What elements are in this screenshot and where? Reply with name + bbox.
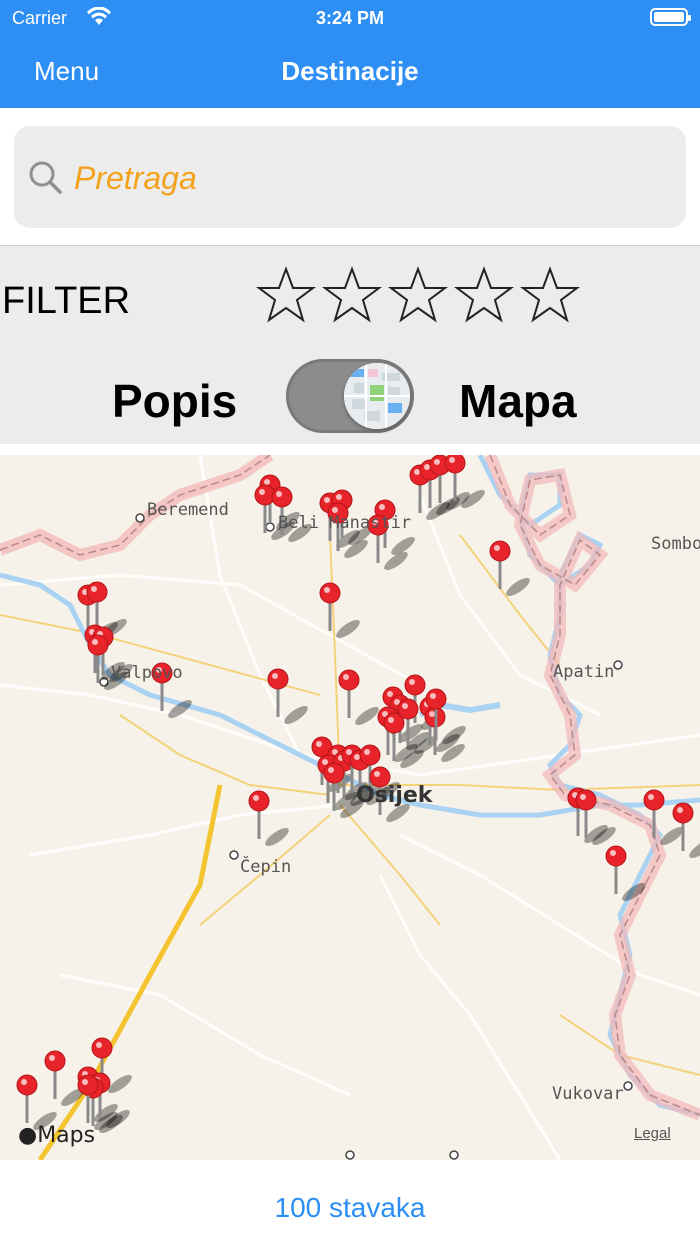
city-label: Osijek xyxy=(356,783,433,808)
star-rating-filter xyxy=(256,266,580,326)
filter-section: FILTER Popis Mapa xyxy=(0,246,700,444)
maps-logo: ●Maps xyxy=(18,1123,96,1148)
map-thumbnail-icon xyxy=(344,363,410,429)
city-label: Čepin xyxy=(240,857,292,877)
search-section xyxy=(0,108,700,246)
apple-logo-icon: ● xyxy=(18,1123,38,1148)
item-count: 100 stavaka xyxy=(274,1192,426,1223)
star-2-icon[interactable] xyxy=(322,266,382,326)
city-label: Apatin xyxy=(553,662,615,682)
battery-icon xyxy=(650,8,691,26)
city-label: Beremend xyxy=(147,500,229,520)
map-pin-icon[interactable] xyxy=(338,669,381,728)
star-3-icon[interactable] xyxy=(388,266,448,326)
city-label: Beli Manastir xyxy=(278,513,412,533)
map-pin-icon[interactable] xyxy=(267,668,310,727)
city-label: Sombor xyxy=(651,534,700,554)
star-5-icon[interactable] xyxy=(520,266,580,326)
star-1-icon[interactable] xyxy=(256,266,316,326)
app-screen: Carrier 3:24 PM Menu Destinacije FILTER xyxy=(0,0,700,1244)
filter-label: FILTER xyxy=(2,280,131,322)
search-bar[interactable] xyxy=(14,126,686,228)
search-input[interactable] xyxy=(74,158,664,198)
footer: 100 stavaka xyxy=(0,1160,700,1244)
page-title: Destinacije xyxy=(281,56,419,86)
menu-button[interactable]: Menu xyxy=(34,56,99,87)
top-bar: Carrier 3:24 PM Menu Destinacije xyxy=(0,0,700,108)
map-view-label[interactable]: Mapa xyxy=(459,374,577,428)
list-view-label[interactable]: Popis xyxy=(112,374,237,428)
search-icon xyxy=(29,161,62,194)
map-background xyxy=(0,455,700,1160)
view-toggle: Popis Mapa xyxy=(0,356,700,436)
map-pin-icon[interactable] xyxy=(248,790,291,849)
star-4-icon[interactable] xyxy=(454,266,514,326)
city-label: Vukovar xyxy=(552,1084,624,1104)
legal-link[interactable]: Legal xyxy=(634,1125,671,1142)
status-time: 3:24 PM xyxy=(315,8,385,28)
view-switch[interactable] xyxy=(286,359,414,433)
city-label: Valpovo xyxy=(111,663,183,683)
status-bar: Carrier 3:24 PM xyxy=(0,0,700,36)
map-view[interactable]: Beremend Beli Manastir Valpovo Apatin Os… xyxy=(0,455,700,1160)
